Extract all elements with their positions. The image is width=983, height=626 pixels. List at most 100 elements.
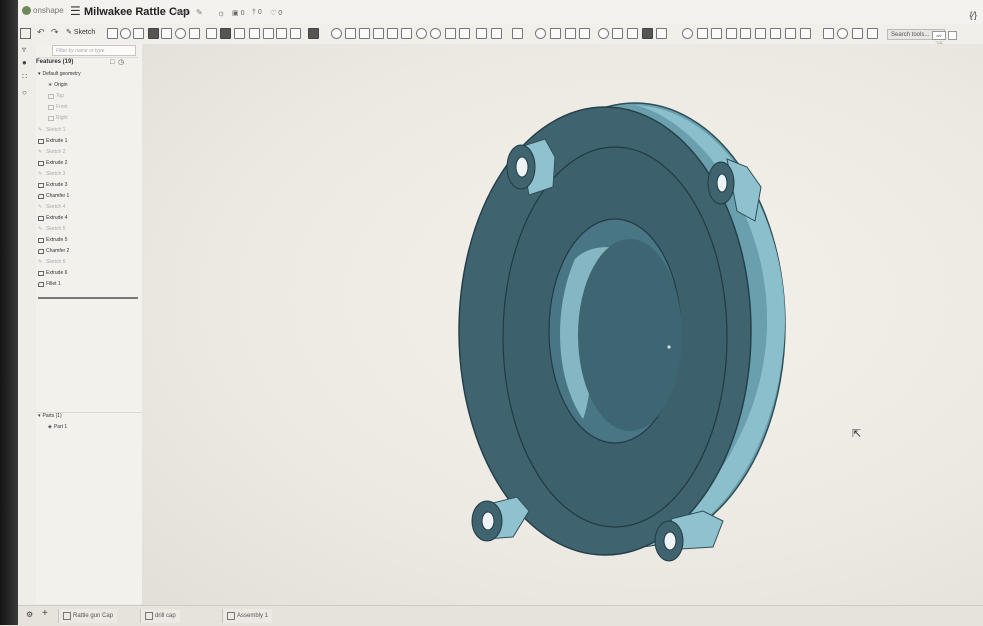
split-tool-icon[interactable]: [373, 28, 384, 39]
rattle-cap-model[interactable]: [425, 99, 805, 569]
onshape-logo[interactable]: onshape: [22, 6, 64, 15]
chevron-down-icon[interactable]: ▾: [38, 413, 41, 419]
offset-surface-icon[interactable]: [612, 28, 623, 39]
sweep-tool-icon[interactable]: [133, 28, 144, 39]
code-bracket-icon[interactable]: {⁄}: [969, 10, 977, 20]
geometry-item[interactable]: ∗ Origin: [48, 82, 68, 88]
boolean-tool-icon[interactable]: [359, 28, 370, 39]
plane-tool-icon[interactable]: [416, 28, 427, 39]
thread-tool-icon[interactable]: [276, 28, 287, 39]
feature-item[interactable]: ✎ Sketch 4: [38, 204, 65, 210]
mate-connector-icon[interactable]: [430, 28, 441, 39]
thicken-tool-icon[interactable]: [161, 28, 172, 39]
project-curve-icon[interactable]: [726, 28, 737, 39]
enclose-tool-icon[interactable]: [175, 28, 186, 39]
list-tool-icon[interactable]: [512, 28, 523, 39]
chevron-down-icon[interactable]: ▾: [38, 71, 41, 77]
bridging-curve-icon[interactable]: [711, 28, 722, 39]
custom-feature-icon[interactable]: [852, 28, 863, 39]
feature-item[interactable]: ✎ Sketch 5: [38, 226, 65, 232]
rollback-bar[interactable]: [38, 297, 138, 299]
features-header[interactable]: Features (19): [36, 59, 73, 65]
toolbar-expand-icon[interactable]: [948, 31, 957, 40]
feature-item[interactable]: Chamfer 1: [38, 193, 69, 199]
filter-icon[interactable]: ▿: [22, 45, 26, 54]
linear-pattern-icon[interactable]: [308, 28, 319, 39]
helix-tool-icon[interactable]: [445, 28, 456, 39]
draft-tool-icon[interactable]: [220, 28, 231, 39]
configurations-icon[interactable]: ∷: [22, 72, 27, 81]
composite-part-icon[interactable]: [682, 28, 693, 39]
comment-icon[interactable]: ●: [22, 58, 27, 67]
table-tool-icon[interactable]: [823, 28, 834, 39]
feature-item[interactable]: Extrude 4: [38, 215, 67, 221]
fill-tool-icon[interactable]: [627, 28, 638, 39]
globe-icon[interactable]: ☼: [217, 8, 225, 18]
isocline-icon[interactable]: [740, 28, 751, 39]
workspace-label[interactable]: Main: [175, 9, 190, 16]
curve-tool-icon[interactable]: [755, 28, 766, 39]
feature-item[interactable]: Extrude 5: [38, 237, 67, 243]
tab-drill-cap[interactable]: drill cap: [140, 609, 180, 623]
tab-assembly-1[interactable]: Assembly 1: [222, 609, 273, 623]
frame-tool-icon[interactable]: [491, 28, 502, 39]
measure-tool-icon[interactable]: [535, 28, 546, 39]
sheet-metal-icon[interactable]: [476, 28, 487, 39]
geometry-item[interactable]: Right: [48, 115, 68, 121]
wrap-tool-icon[interactable]: [598, 28, 609, 39]
tab-rattle-gun-cap[interactable]: Rattle gun Cap: [58, 609, 118, 623]
feature-item[interactable]: Fillet 1: [38, 281, 61, 287]
feature-item[interactable]: ✎ Sketch 1: [38, 127, 65, 133]
circular-pattern-icon[interactable]: [331, 28, 342, 39]
folder-icon[interactable]: □: [110, 59, 114, 66]
feature-item[interactable]: Extrude 3: [38, 182, 67, 188]
tab-manager-icon[interactable]: ⚙: [26, 610, 33, 619]
fillet-tool-icon[interactable]: [189, 28, 200, 39]
rib-tool-icon[interactable]: [234, 28, 245, 39]
gear-tool-icon[interactable]: [837, 28, 848, 39]
part-item[interactable]: ◈ Part 1: [48, 424, 67, 430]
feature-item[interactable]: Extrude 6: [38, 270, 67, 276]
feature-item[interactable]: Extrude 2: [38, 160, 67, 166]
surface-tool-icon[interactable]: [459, 28, 470, 39]
variable-tool-icon[interactable]: [550, 28, 561, 39]
branches-counter[interactable]: † 0: [252, 9, 262, 16]
section-view-icon[interactable]: [579, 28, 590, 39]
undo-icon[interactable]: ↶: [37, 27, 45, 38]
geometry-item[interactable]: Top: [48, 93, 64, 99]
derived-tool-icon[interactable]: [697, 28, 708, 39]
geometry-item[interactable]: Front: [48, 104, 68, 110]
graphics-viewport[interactable]: ⇱: [142, 44, 983, 606]
transform-tool-icon[interactable]: [387, 28, 398, 39]
history-icon[interactable]: ◷: [118, 59, 124, 66]
feature-filter-input[interactable]: Filter by name or type: [52, 45, 136, 56]
loft-tool-icon[interactable]: [148, 28, 159, 39]
panel-toggle-icon[interactable]: [20, 28, 31, 39]
shell-tool-icon[interactable]: [249, 28, 260, 39]
feature-item[interactable]: Chamfer 2: [38, 248, 69, 254]
add-custom-icon[interactable]: [867, 28, 878, 39]
hole-tool-icon[interactable]: [263, 28, 274, 39]
variables-icon[interactable]: ○: [22, 88, 27, 97]
parts-folder[interactable]: ▾ Parts (1): [38, 413, 62, 419]
replace-face-icon[interactable]: [656, 28, 667, 39]
fx-tool-icon[interactable]: [565, 28, 576, 39]
document-title[interactable]: Milwakee Rattle Cap: [84, 6, 190, 18]
delete-part-icon[interactable]: [401, 28, 412, 39]
move-face-icon[interactable]: [642, 28, 653, 39]
trim-tool-icon[interactable]: [770, 28, 781, 39]
cosmetic-thread-icon[interactable]: [290, 28, 301, 39]
extrude-tool-icon[interactable]: [107, 28, 118, 39]
sketch-button[interactable]: ✎ Sketch: [66, 28, 95, 36]
extend-tool-icon[interactable]: [785, 28, 796, 39]
pencil-icon[interactable]: ✎: [196, 8, 203, 17]
feature-item[interactable]: ✎ Sketch 2: [38, 149, 65, 155]
versions-counter[interactable]: ▣ 0: [232, 9, 244, 17]
feature-item[interactable]: ✎ Sketch 3: [38, 171, 65, 177]
revolve-tool-icon[interactable]: [120, 28, 131, 39]
mirror-tool-icon[interactable]: [345, 28, 356, 39]
feature-item[interactable]: Extrude 1: [38, 138, 67, 144]
feature-item[interactable]: ✎ Sketch 6: [38, 259, 65, 265]
redo-icon[interactable]: ↷: [51, 27, 59, 38]
hamburger-menu-icon[interactable]: ☰: [70, 4, 81, 18]
